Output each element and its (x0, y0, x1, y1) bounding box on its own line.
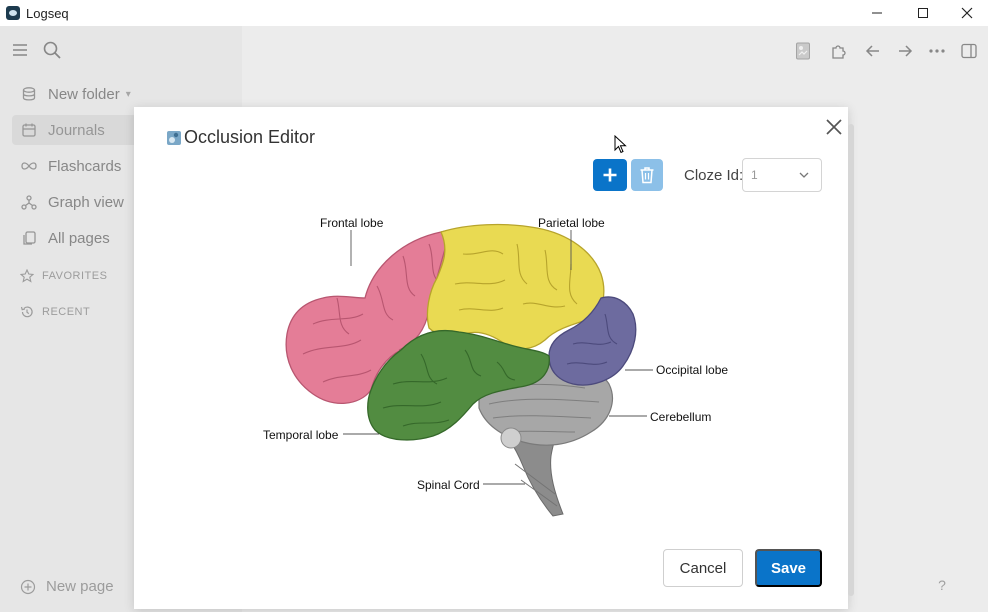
logseq-app-icon (6, 6, 20, 20)
label-frontal-lobe: Frontal lobe (320, 216, 384, 230)
label-temporal-lobe: Temporal lobe (263, 428, 339, 442)
cancel-button[interactable]: Cancel (663, 549, 743, 587)
save-button[interactable]: Save (755, 549, 822, 587)
cloze-id-value: 1 (751, 168, 758, 182)
plus-icon (603, 168, 617, 182)
maximize-button[interactable] (900, 0, 946, 26)
mouse-cursor-icon (614, 135, 627, 154)
cloze-id-label: Cloze Id: (684, 167, 744, 184)
help-button[interactable]: ? (929, 572, 955, 598)
cloze-id-select[interactable]: 1 (742, 158, 822, 192)
trash-icon (640, 167, 654, 184)
modal-title: Occlusion Editor (166, 127, 315, 148)
occlusion-canvas[interactable]: Frontal lobe Parietal lobe Occipital lob… (253, 194, 734, 532)
label-cerebellum: Cerebellum (650, 410, 711, 424)
minimize-button[interactable] (854, 0, 900, 26)
label-occipital-lobe: Occipital lobe (656, 363, 728, 377)
add-occlusion-button[interactable] (593, 159, 627, 191)
close-window-icon (961, 7, 973, 19)
chevron-down-icon (799, 172, 809, 178)
minimize-icon (872, 12, 882, 14)
brain-diagram-image: Frontal lobe Parietal lobe Occipital lob… (263, 216, 728, 517)
title-bar: Logseq (0, 0, 988, 26)
maximize-icon (918, 8, 928, 18)
delete-occlusion-button[interactable] (631, 159, 663, 191)
close-window-button[interactable] (944, 0, 988, 26)
window-title: Logseq (26, 5, 69, 21)
label-parietal-lobe: Parietal lobe (538, 216, 605, 230)
modal-title-text: Occlusion Editor (184, 127, 316, 147)
occlusion-image-icon (167, 130, 181, 145)
close-modal-button[interactable] (823, 116, 845, 138)
modal-scrollbar[interactable] (848, 124, 854, 596)
close-icon (826, 119, 842, 135)
label-spinal-cord: Spinal Cord (417, 478, 480, 492)
